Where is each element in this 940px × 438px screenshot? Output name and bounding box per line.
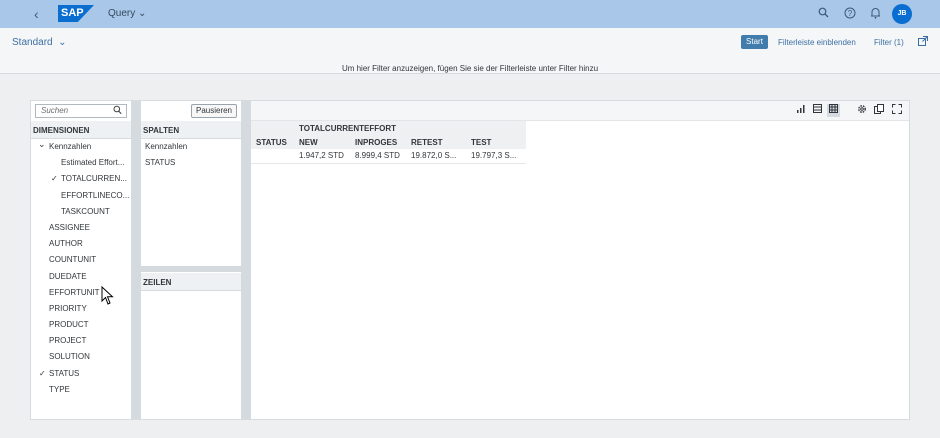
column-item-status[interactable]: STATUS: [145, 158, 175, 167]
sap-logo[interactable]: SAP: [58, 5, 94, 22]
search-icon[interactable]: [816, 7, 830, 21]
layout-panel: Pausieren SPALTEN Kennzahlen STATUS ZEIL…: [141, 101, 241, 419]
copy-icon[interactable]: [872, 104, 885, 117]
share-icon[interactable]: [918, 36, 928, 48]
table-cell[interactable]: 19.872,0 S...: [406, 149, 466, 164]
table-row: 1.947,2 STD 8.999,4 STD 19.872,0 S... 19…: [251, 149, 526, 164]
columns-header: SPALTEN: [141, 121, 241, 139]
dimension-item-type[interactable]: TYPE: [31, 382, 131, 398]
column-header-new[interactable]: NEW: [294, 135, 350, 149]
table-cell[interactable]: 8.999,4 STD: [350, 149, 406, 164]
column-header-test[interactable]: TEST: [466, 135, 526, 149]
column-item-kennzahlen[interactable]: Kennzahlen: [145, 142, 187, 151]
resize-handle-left[interactable]: [131, 101, 141, 419]
dimension-item-effortunit[interactable]: EFFORTUNIT: [31, 285, 131, 301]
dimension-item-solution[interactable]: SOLUTION: [31, 349, 131, 365]
table-chart-view-icon[interactable]: [811, 104, 824, 117]
variant-selector[interactable]: Standard ⌄: [12, 37, 67, 48]
back-icon[interactable]: ‹: [34, 6, 39, 22]
search-icon[interactable]: [113, 105, 122, 117]
dimension-item-status[interactable]: STATUS: [31, 366, 131, 382]
dimension-item-product[interactable]: PRODUCT: [31, 317, 131, 333]
dimension-item-assignee[interactable]: ASSIGNEE: [31, 220, 131, 236]
dimension-item-totalcurrent[interactable]: TOTALCURREN...: [31, 171, 131, 187]
start-button[interactable]: Start: [741, 35, 768, 49]
chevron-down-icon: ⌄: [58, 37, 67, 48]
dimension-item-countunit[interactable]: COUNTUNIT: [31, 252, 131, 268]
search-placeholder: Suchen: [41, 106, 69, 115]
dimension-item-estimated-effort[interactable]: Estimated Effort...: [31, 155, 131, 171]
dimension-item-kennzahlen[interactable]: Kennzahlen: [31, 139, 131, 155]
dimension-item-project[interactable]: PROJECT: [31, 333, 131, 349]
column-header-retest[interactable]: RETEST: [406, 135, 466, 149]
dimension-item-author[interactable]: AUTHOR: [31, 236, 131, 252]
row-dimension-header[interactable]: STATUS: [251, 135, 294, 149]
shell-bar: ‹ SAP Query ⌄ ? JB: [0, 0, 940, 28]
mouse-cursor-icon: [101, 285, 115, 308]
pause-button[interactable]: Pausieren: [191, 104, 237, 118]
dimensions-list: Kennzahlen Estimated Effort... TOTALCURR…: [31, 139, 131, 398]
dimensions-panel: Suchen DIMENSIONEN Kennzahlen Estimated …: [31, 101, 131, 419]
pivot-area: TOTALCURRENTEFFORT STATUS NEW INPROGES R…: [251, 101, 909, 419]
help-icon[interactable]: ?: [843, 7, 857, 21]
dimension-item-taskcount[interactable]: TASKCOUNT: [31, 204, 131, 220]
show-filterbar-button[interactable]: Filterleiste einblenden: [778, 38, 856, 47]
pivot-table: TOTALCURRENTEFFORT STATUS NEW INPROGES R…: [251, 121, 526, 164]
filter-bar: Standard ⌄ Start Filterleiste einblenden…: [0, 28, 940, 74]
dimensions-header: DIMENSIONEN: [31, 121, 131, 139]
rows-columns-splitter[interactable]: [141, 266, 241, 272]
settings-icon[interactable]: [855, 104, 868, 117]
fullscreen-icon[interactable]: [890, 104, 903, 117]
pivot-toolbar: [251, 101, 909, 121]
app-title-menu[interactable]: Query ⌄: [108, 8, 146, 19]
variant-label: Standard: [12, 37, 53, 48]
chart-view-icon[interactable]: [794, 104, 807, 117]
table-cell[interactable]: 1.947,2 STD: [294, 149, 350, 164]
notification-bell-icon[interactable]: [868, 7, 882, 21]
app-title: Query: [108, 8, 136, 19]
measure-header[interactable]: TOTALCURRENTEFFORT: [294, 121, 526, 135]
chevron-down-icon: ⌄: [138, 8, 147, 19]
search-input[interactable]: Suchen: [35, 104, 127, 118]
user-avatar[interactable]: JB: [892, 4, 912, 24]
column-header-inproges[interactable]: INPROGES: [350, 135, 406, 149]
svg-text:?: ?: [848, 9, 853, 18]
dimension-item-priority[interactable]: PRIORITY: [31, 301, 131, 317]
table-view-icon[interactable]: [827, 104, 840, 117]
rows-header: ZEILEN: [141, 273, 241, 291]
dimension-item-duedate[interactable]: DUEDATE: [31, 269, 131, 285]
resize-handle-right[interactable]: [241, 101, 251, 419]
table-cell[interactable]: 19.797,3 S...: [466, 149, 526, 164]
filter-button[interactable]: Filter (1): [874, 38, 904, 47]
filter-hint: Um hier Filter anzuzeigen, fügen Sie sie…: [341, 64, 599, 73]
query-panel: Suchen DIMENSIONEN Kennzahlen Estimated …: [30, 100, 910, 420]
dimension-item-effortlineco[interactable]: EFFORTLINECO...: [31, 188, 131, 204]
